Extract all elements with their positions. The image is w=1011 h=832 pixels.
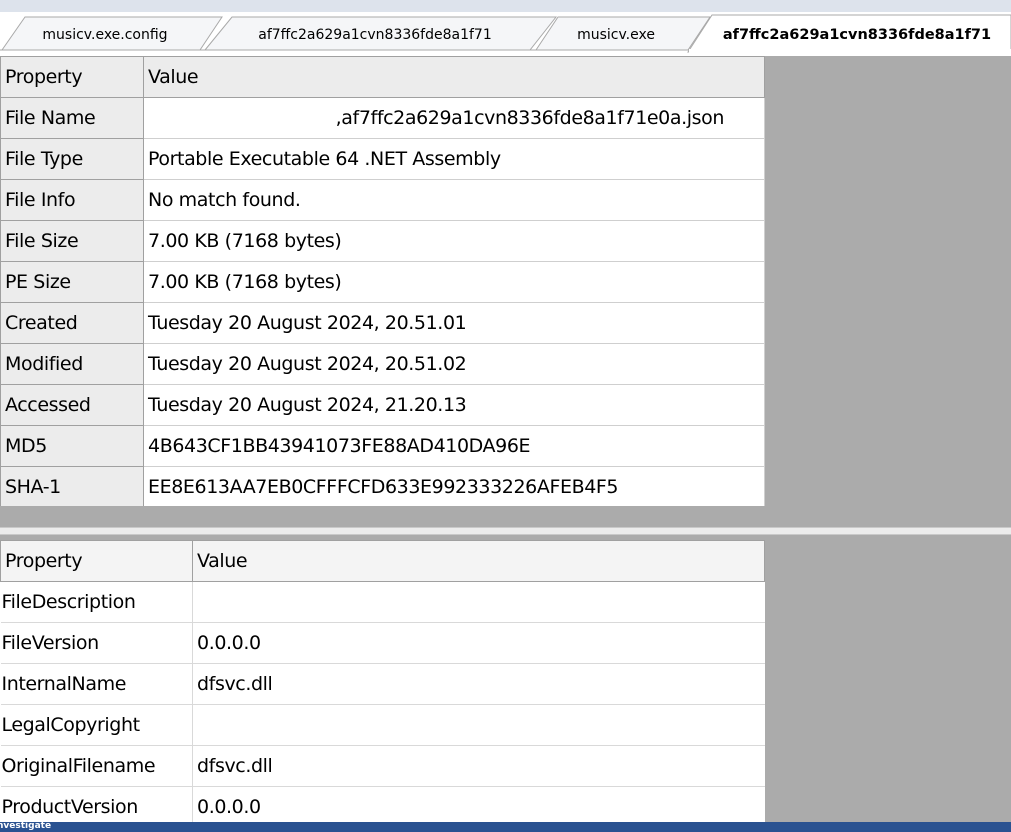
value-cell: Portable Executable 64 .NET Assembly	[143, 138, 765, 180]
status-bar: nvestigate	[0, 822, 1011, 832]
tab-musicv-exe[interactable]: musicv.exe	[556, 26, 676, 44]
table-row[interactable]: PE Size 7.00 KB (7168 bytes)	[0, 261, 765, 303]
property-cell: InternalName	[0, 663, 193, 705]
property-cell: FileVersion	[0, 622, 193, 664]
value-cell	[192, 704, 765, 746]
table-row[interactable]: OriginalFilename dfsvc.dll	[0, 745, 765, 787]
property-cell: Created	[0, 302, 144, 344]
table-row[interactable]: File Size 7.00 KB (7168 bytes)	[0, 220, 765, 262]
property-cell: Modified	[0, 343, 144, 385]
value-cell: dfsvc.dll	[192, 663, 765, 705]
table-row[interactable]: Created Tuesday 20 August 2024, 20.51.01	[0, 302, 765, 344]
property-cell: ProductVersion	[0, 786, 193, 822]
tab-af7ffc2a-json[interactable]: af7ffc2a629a1cvn8336fde8a1f71	[240, 26, 510, 44]
value-cell: No match found.	[143, 179, 765, 221]
value-cell: Tuesday 20 August 2024, 20.51.01	[143, 302, 765, 344]
splitter-handle[interactable]	[0, 527, 1011, 535]
table-row[interactable]: InternalName dfsvc.dll	[0, 663, 765, 705]
property-cell: MD5	[0, 425, 144, 467]
value-cell: Tuesday 20 August 2024, 20.51.02	[143, 343, 765, 385]
table-header-row: Property Value	[0, 540, 765, 582]
value-cell: 0.0.0.0	[192, 622, 765, 664]
value-cell: 7.00 KB (7168 bytes)	[143, 261, 765, 303]
value-column-header[interactable]: Value	[192, 540, 765, 582]
tab-musicv-exe-config[interactable]: musicv.exe.config	[20, 26, 190, 44]
property-cell: Accessed	[0, 384, 144, 426]
table-row[interactable]: SHA-1 EE8E613AA7EB0CFFFCFD633E992333226A…	[0, 466, 765, 506]
tab-strip: musicv.exe.config af7ffc2a629a1cvn8336fd…	[0, 0, 1011, 56]
property-column-header[interactable]: Property	[0, 56, 144, 98]
value-cell	[192, 581, 765, 623]
property-column-header[interactable]: Property	[0, 540, 193, 582]
table-header-row: Property Value	[0, 56, 765, 98]
value-cell: 0.0.0.0	[192, 786, 765, 822]
value-column-header[interactable]: Value	[143, 56, 765, 98]
table-row[interactable]: Modified Tuesday 20 August 2024, 20.51.0…	[0, 343, 765, 385]
file-properties-pane: Property Value File Name ,af7ffc2a629a1c…	[0, 56, 1011, 506]
property-cell: LegalCopyright	[0, 704, 193, 746]
value-cell: 7.00 KB (7168 bytes)	[143, 220, 765, 262]
pane-splitter[interactable]	[0, 506, 1011, 540]
property-cell: File Info	[0, 179, 144, 221]
table-row[interactable]: File Type Portable Executable 64 .NET As…	[0, 138, 765, 180]
table-row[interactable]: MD5 4B643CF1BB43941073FE88AD410DA96E	[0, 425, 765, 467]
value-cell: ,af7ffc2a629a1cvn8336fde8a1f71e0a.json	[143, 97, 765, 139]
value-cell: 4B643CF1BB43941073FE88AD410DA96E	[143, 425, 765, 467]
property-cell: PE Size	[0, 261, 144, 303]
property-cell: OriginalFilename	[0, 745, 193, 787]
table-row[interactable]: File Name ,af7ffc2a629a1cvn8336fde8a1f71…	[0, 97, 765, 139]
version-info-pane: Property Value FileDescription FileVersi…	[0, 540, 1011, 822]
table-row[interactable]: File Info No match found.	[0, 179, 765, 221]
value-cell: Tuesday 20 August 2024, 21.20.13	[143, 384, 765, 426]
file-properties-table: Property Value File Name ,af7ffc2a629a1c…	[0, 56, 765, 506]
version-info-table: Property Value FileDescription FileVersi…	[0, 540, 765, 822]
table-row[interactable]: FileDescription	[0, 581, 765, 623]
property-cell: File Name	[0, 97, 144, 139]
table-row[interactable]: LegalCopyright	[0, 704, 765, 746]
property-cell: File Type	[0, 138, 144, 180]
table-row[interactable]: Accessed Tuesday 20 August 2024, 21.20.1…	[0, 384, 765, 426]
tab-af7ffc2a-active[interactable]: af7ffc2a629a1cvn8336fde8a1f71	[712, 26, 1002, 44]
property-cell: FileDescription	[0, 581, 193, 623]
table-row[interactable]: FileVersion 0.0.0.0	[0, 622, 765, 664]
value-cell: dfsvc.dll	[192, 745, 765, 787]
property-cell: SHA-1	[0, 466, 144, 506]
table-row[interactable]: ProductVersion 0.0.0.0	[0, 786, 765, 822]
status-bar-text[interactable]: nvestigate	[0, 822, 51, 832]
property-cell: File Size	[0, 220, 144, 262]
value-cell: EE8E613AA7EB0CFFFCFD633E992333226AFEB4F5	[143, 466, 765, 506]
